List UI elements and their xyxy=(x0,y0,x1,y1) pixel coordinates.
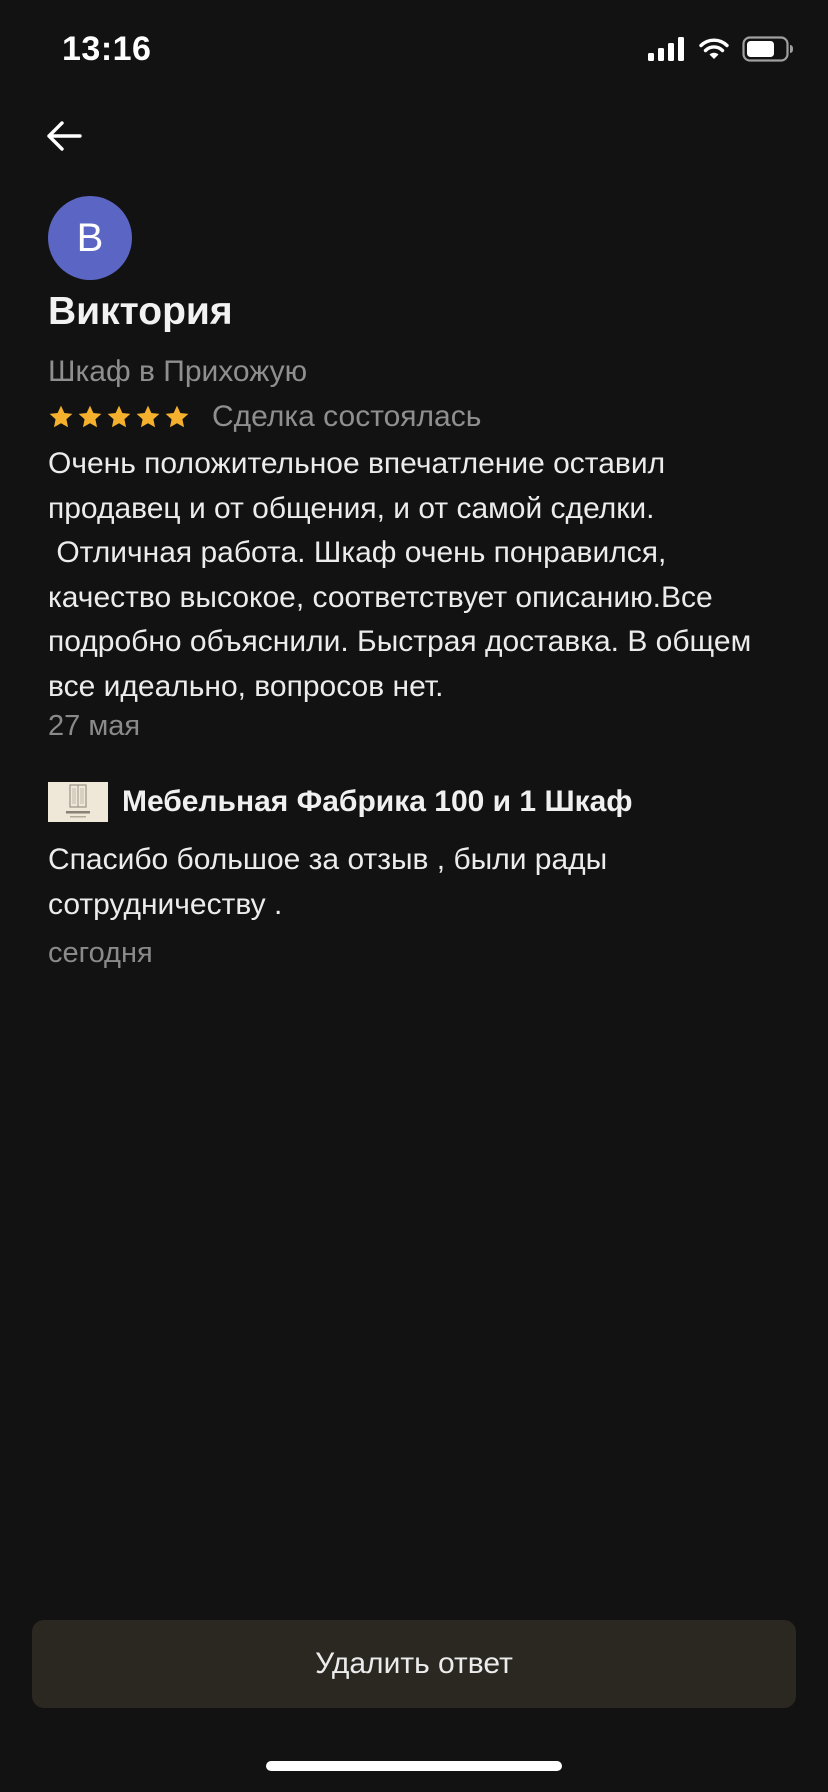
star-icon xyxy=(165,405,189,428)
status-bar: 13:16 xyxy=(0,0,828,100)
arrow-left-icon xyxy=(47,121,82,151)
star-icon xyxy=(107,405,131,428)
home-indicator[interactable] xyxy=(266,1761,562,1771)
seller-name: Мебельная Фабрика 100 и 1 Шкаф xyxy=(122,785,633,818)
reply-text: Спасибо большое за отзыв , были рады сот… xyxy=(48,843,608,921)
battery-icon xyxy=(742,36,793,62)
delete-reply-button[interactable]: Удалить ответ xyxy=(32,1620,796,1708)
star-icon xyxy=(78,405,102,428)
status-time: 13:16 xyxy=(62,30,152,68)
product-name: Шкаф в Прихожую xyxy=(48,355,308,388)
reviewer-avatar: В xyxy=(48,196,132,280)
star-rating xyxy=(48,404,190,430)
star-icon xyxy=(49,405,73,428)
cellular-signal-icon xyxy=(648,37,684,61)
review-date: 27 мая xyxy=(48,710,141,742)
seller-reply: Мебельная Фабрика 100 и 1 Шкаф Спасибо б… xyxy=(48,782,788,970)
reviewer-name: Виктория xyxy=(48,290,233,333)
rating-row: Сделка состоялась xyxy=(48,400,481,434)
wifi-icon xyxy=(699,38,729,59)
review-text: Очень положительное впечатление оставил … xyxy=(48,447,752,703)
star-icon xyxy=(136,405,160,428)
back-button[interactable] xyxy=(40,112,88,160)
reply-header: Мебельная Фабрика 100 и 1 Шкаф xyxy=(48,782,788,822)
status-icons xyxy=(648,36,794,62)
seller-logo xyxy=(48,782,108,822)
reply-date: сегодня xyxy=(48,937,153,969)
deal-status: Сделка состоялась xyxy=(212,400,482,433)
